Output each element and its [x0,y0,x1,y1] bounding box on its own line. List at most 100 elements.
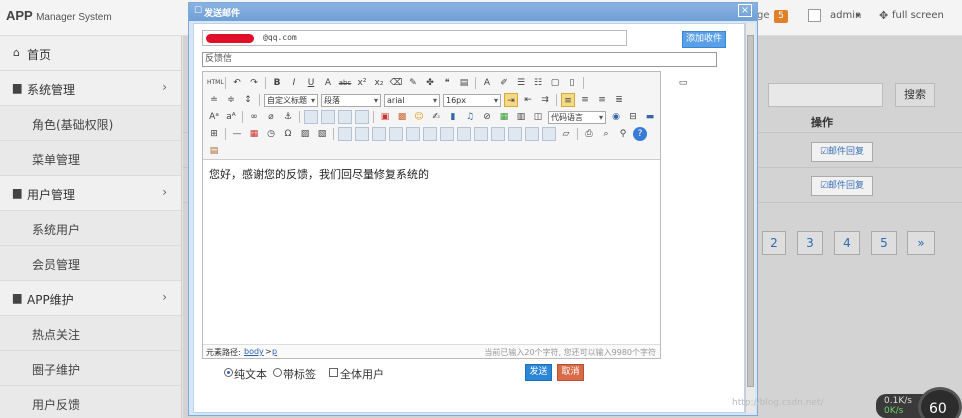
html-source-icon[interactable]: HTML [207,76,224,90]
ltr-icon[interactable]: ⇥ [504,93,518,107]
sidebar-item-system-users[interactable]: 系统用户 [0,211,181,246]
font-border-icon[interactable]: A [321,76,335,90]
scrollbar-thumb[interactable] [747,35,754,387]
editor-content[interactable]: 您好，感谢您的反馈，我们回尽量修复系统的 [209,166,429,182]
insert-image-icon[interactable]: ▩ [395,110,409,124]
send-button[interactable]: 发送 [525,364,552,381]
font-family-select[interactable]: arial [384,93,440,107]
path-p-link[interactable]: p [272,347,277,356]
music-icon[interactable]: ♫ [463,110,477,124]
insert-video-icon[interactable]: ▮ [446,110,460,124]
date-icon[interactable]: ▦ [247,127,261,141]
next-page-button[interactable]: » [907,231,935,255]
delete-col-icon[interactable] [440,127,454,141]
dialog-scrollbar[interactable] [745,23,755,413]
emotion-icon[interactable]: ☺ [412,110,426,124]
auto-format-icon[interactable]: ✤ [423,76,437,90]
underline-icon[interactable]: U [304,76,318,90]
eraser-icon[interactable]: ⌫ [389,76,403,90]
fullscreen-editor-icon[interactable]: ▭ [676,76,690,90]
image-right-icon[interactable] [338,110,352,124]
insert-row-icon[interactable] [389,127,403,141]
rtl-icon[interactable]: ⇤ [521,93,535,107]
email-reply-button[interactable]: ☑邮件回复 [811,142,873,162]
sidebar-item-system[interactable]: ▆ 系统管理 › [0,71,181,106]
preview-icon[interactable]: ⌕ [599,127,613,141]
code-language-select[interactable]: 代码语言 [548,110,606,124]
sidebar-item-home[interactable]: ⌂ 首页 [0,36,181,71]
insert-table-icon[interactable] [338,127,352,141]
page-break-icon[interactable]: ⊞ [207,127,221,141]
sidebar-item-feedback[interactable]: 用户反馈 [0,386,181,418]
unlink-icon[interactable]: ⌀ [264,110,278,124]
image-center-icon[interactable] [355,110,369,124]
to-uppercase-icon[interactable]: Aᵃ [207,110,221,124]
select-all-icon[interactable]: ▢ [548,76,562,90]
add-recipient-button[interactable]: 添加收件 [682,31,726,48]
font-size-select[interactable]: 16px [443,93,501,107]
search-button[interactable]: 搜索 [895,83,935,107]
message-label[interactable]: ge [757,10,770,21]
scrawl-icon[interactable]: ✍ [429,110,443,124]
web-image-icon[interactable]: ◉ [609,110,623,124]
background-icon[interactable]: ▬ [643,110,657,124]
sidebar-item-circles[interactable]: 圈子维护 [0,351,181,386]
merge-cells-icon[interactable] [457,127,471,141]
image-left-icon[interactable] [321,110,335,124]
insert-frame-icon[interactable]: ▥ [514,110,528,124]
recipient-field[interactable]: @qq.com [202,30,627,46]
close-button[interactable]: × [738,4,752,17]
page-5-button[interactable]: 5 [871,231,897,255]
plain-text-radio[interactable] [224,368,233,377]
strikethrough-icon[interactable]: abc [338,76,352,90]
snapscreen-icon[interactable]: ▨ [298,127,312,141]
path-body-link[interactable]: body [244,347,264,356]
to-lowercase-icon[interactable]: aᴬ [224,110,238,124]
line-height-icon[interactable]: ↕ [241,93,255,107]
sidebar-item-menus[interactable]: 菜单管理 [0,141,181,176]
dialog-titlebar[interactable]: ☐ 发送邮件 × [189,3,757,21]
sidebar-item-members[interactable]: 会员管理 [0,246,181,281]
map-icon[interactable]: ▦ [497,110,511,124]
attachment-icon[interactable]: ⊘ [480,110,494,124]
print-icon[interactable]: ⎙ [582,127,596,141]
subject-field[interactable]: 反馈信 [202,52,717,67]
horizontal-rule-icon[interactable]: — [230,127,244,141]
delete-row-icon[interactable] [406,127,420,141]
clear-doc-icon[interactable]: ▯ [565,76,579,90]
split-cells-icon[interactable] [508,127,522,141]
split-rows-icon[interactable] [525,127,539,141]
word-image-icon[interactable]: ▧ [315,127,329,141]
paste-plain-icon[interactable]: ▤ [457,76,471,90]
chart-icon[interactable]: ▱ [559,127,573,141]
template-icon[interactable]: ⊟ [626,110,640,124]
row-spacing-top-icon[interactable]: ≐ [207,93,221,107]
sidebar-item-hot-topics[interactable]: 热点关注 [0,316,181,351]
blockquote-icon[interactable]: ❝ [440,76,454,90]
page-4-button[interactable]: 4 [834,231,860,255]
italic-icon[interactable]: I [287,76,301,90]
sidebar-item-roles[interactable]: 角色(基础权限) [0,106,181,141]
unordered-list-icon[interactable]: ☷ [531,76,545,90]
link-icon[interactable]: ∞ [247,110,261,124]
superscript-icon[interactable]: x² [355,76,369,90]
simple-upload-icon[interactable]: ▣ [378,110,392,124]
time-icon[interactable]: ◷ [264,127,278,141]
sidebar-item-app[interactable]: ▆ APP维护 › [0,281,181,316]
image-none-icon[interactable] [304,110,318,124]
insert-col-icon[interactable] [423,127,437,141]
subscript-icon[interactable]: x₂ [372,76,386,90]
bold-icon[interactable]: B [270,76,284,90]
highlight-icon[interactable]: ✐ [497,76,511,90]
redo-icon[interactable]: ↷ [247,76,261,90]
sidebar-item-users[interactable]: ▆ 用户管理 › [0,176,181,211]
merge-right-icon[interactable] [474,127,488,141]
fullscreen-button[interactable]: full screen [892,10,944,21]
page-3-button[interactable]: 3 [797,231,823,255]
insert-code-icon[interactable]: ◫ [531,110,545,124]
ordered-list-icon[interactable]: ☰ [514,76,528,90]
align-center-icon[interactable]: ≡ [578,93,592,107]
align-right-icon[interactable]: ≡ [595,93,609,107]
cancel-button[interactable]: 取消 [557,364,584,381]
expand-icon[interactable]: ✥ [879,9,888,22]
